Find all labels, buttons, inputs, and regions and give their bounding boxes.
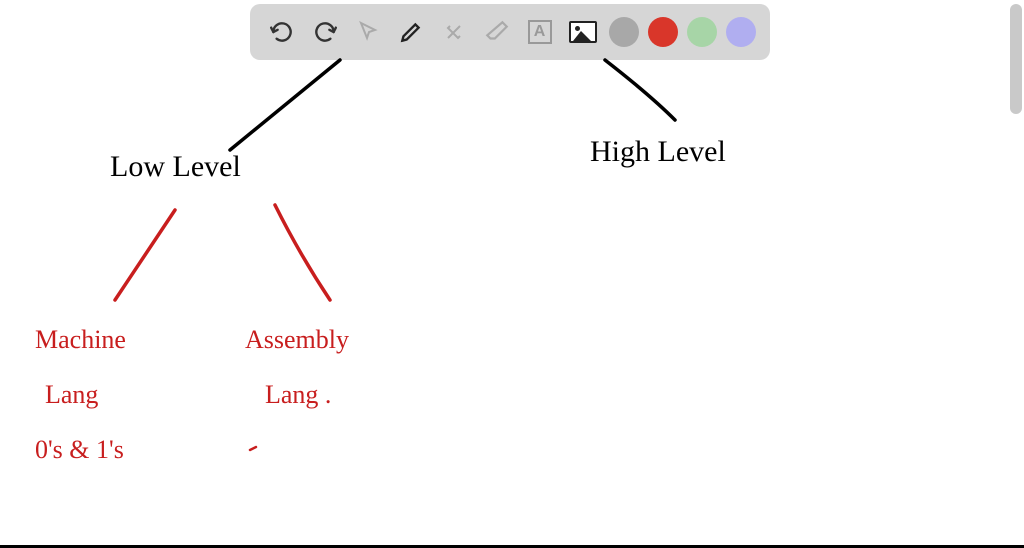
undo-button[interactable] [265, 15, 299, 49]
pointer-icon [356, 20, 380, 44]
node-machine-line1: Machine [35, 325, 126, 355]
node-machine-line2: Lang [45, 380, 98, 410]
color-gray[interactable] [609, 17, 639, 47]
color-red[interactable] [648, 17, 678, 47]
drawing-canvas [0, 0, 1024, 548]
color-purple[interactable] [726, 17, 756, 47]
annotation-toolbar: A [250, 4, 770, 60]
tools-icon [442, 20, 466, 44]
node-high-level: High Level [590, 135, 726, 169]
pen-button[interactable] [394, 15, 428, 49]
node-machine-line3: 0's & 1's [35, 435, 124, 465]
eraser-button[interactable] [480, 15, 514, 49]
image-icon [569, 21, 597, 43]
redo-button[interactable] [308, 15, 342, 49]
pen-icon [398, 19, 424, 45]
text-button[interactable]: A [523, 15, 557, 49]
node-low-level: Low Level [110, 150, 241, 184]
node-assembly-line1: Assembly [245, 325, 349, 355]
pointer-button[interactable] [351, 15, 385, 49]
text-icon: A [528, 20, 552, 44]
redo-icon [312, 19, 338, 45]
eraser-icon [484, 19, 510, 45]
tools-button[interactable] [437, 15, 471, 49]
node-assembly-line2: Lang . [265, 380, 331, 410]
color-green[interactable] [687, 17, 717, 47]
vertical-scrollbar[interactable] [1010, 4, 1022, 114]
image-button[interactable] [566, 15, 600, 49]
undo-icon [269, 19, 295, 45]
